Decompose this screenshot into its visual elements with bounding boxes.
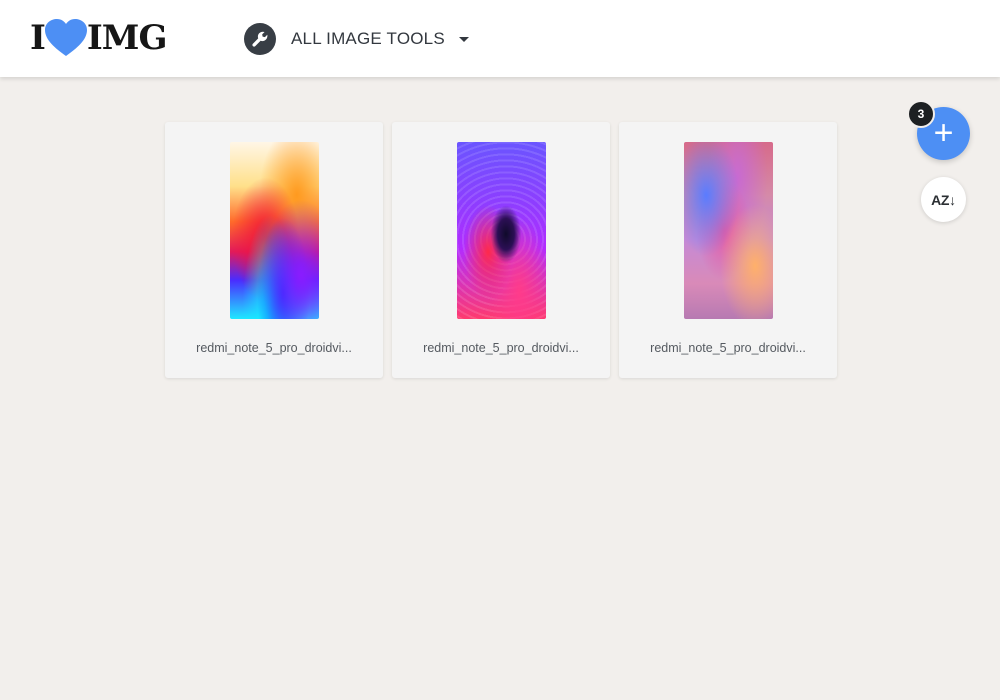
file-name: redmi_note_5_pro_droidvi... (650, 341, 806, 355)
heart-icon (43, 18, 89, 58)
file-card[interactable]: redmi_note_5_pro_droidvi... (165, 122, 383, 378)
iloveimg-logo[interactable]: I IMG (30, 18, 168, 58)
file-name: redmi_note_5_pro_droidvi... (423, 341, 579, 355)
chevron-down-icon (458, 36, 469, 42)
file-name: redmi_note_5_pro_droidvi... (196, 341, 352, 355)
image-thumbnail (230, 142, 319, 319)
image-thumbnail (684, 142, 773, 319)
logo-text-img: IMG (86, 18, 168, 58)
tools-menu-label: ALL IMAGE TOOLS (291, 29, 445, 48)
file-list: redmi_note_5_pro_droidvi... redmi_note_5… (165, 122, 837, 378)
file-card[interactable]: redmi_note_5_pro_droidvi... (619, 122, 837, 378)
all-image-tools-menu[interactable]: ALL IMAGE TOOLS (244, 22, 469, 56)
plus-icon: + (933, 113, 954, 152)
file-card[interactable]: redmi_note_5_pro_droidvi... (392, 122, 610, 378)
top-header: I IMG ALL IMAGE TOOLS (0, 0, 1000, 77)
file-count-badge: 3 (907, 100, 935, 128)
image-thumbnail (457, 142, 546, 319)
wrench-icon (244, 23, 276, 55)
sort-az-button[interactable]: AZ↓ (921, 177, 966, 222)
